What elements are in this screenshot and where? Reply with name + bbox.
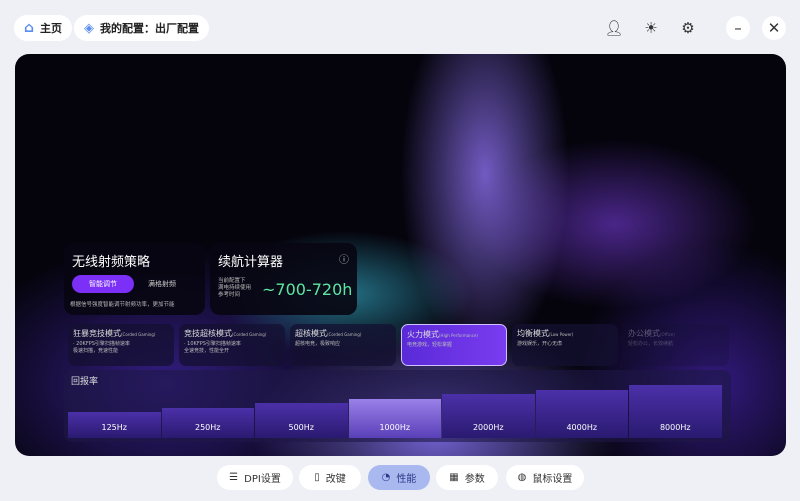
user-icon[interactable]: 👤︎ bbox=[602, 16, 626, 40]
config-button[interactable]: ◈ 我的配置：出厂配置 bbox=[74, 15, 209, 41]
performance-panel: 无线射频策略 智能调节 满格射频 根据信号强度智能调节射频功率，更加节能 续航计… bbox=[15, 54, 786, 456]
full-rf-button[interactable]: 满格射频 bbox=[148, 279, 176, 289]
mode-name: 办公模式(Office) bbox=[628, 329, 675, 338]
tab-4[interactable]: ◍ 鼠标设置 bbox=[506, 465, 584, 490]
battery-card: 续航计算器 ⓘ 当前配置下 满电持续使用 参考时间 ~700-720h bbox=[210, 243, 357, 315]
mode-card[interactable]: 均衡模式(Low Power) 游戏娱乐，开心无虑 bbox=[512, 324, 618, 366]
polling-rate-option[interactable]: 2000Hz bbox=[442, 394, 535, 438]
battery-note: 当前配置下 满电持续使用 参考时间 bbox=[218, 278, 252, 298]
mode-desc: 轻松办公，长效续航 bbox=[628, 341, 674, 347]
tab-3[interactable]: ▦ 参数 bbox=[436, 465, 498, 490]
wireless-title: 无线射频策略 bbox=[72, 255, 151, 270]
info-icon[interactable]: ⓘ bbox=[339, 251, 349, 266]
tab-0[interactable]: ☰ DPI设置 bbox=[217, 465, 293, 490]
polling-rate-panel: 回报率 125Hz 250Hz 500Hz 1000Hz 2000Hz 4000Hz 800… bbox=[64, 370, 731, 442]
minimize-button[interactable]: – bbox=[726, 16, 750, 40]
polling-rate-option[interactable]: 250Hz bbox=[161, 407, 254, 438]
mode-card[interactable]: 狂暴竞技模式(Corded Gaming) · 20KFPS引擎扫描帧速率 极速扫… bbox=[68, 324, 174, 366]
polling-title: 回报率 bbox=[71, 377, 99, 387]
mode-name: 超核模式(Corded Gaming) bbox=[295, 329, 362, 338]
battery-title: 续航计算器 bbox=[218, 255, 284, 270]
polling-rate-option[interactable]: 4000Hz bbox=[535, 389, 628, 438]
gauge-icon: ◔ bbox=[381, 472, 391, 483]
sliders-icon: ☰ bbox=[229, 472, 239, 483]
mode-desc: 超核电竞，极致响应 bbox=[295, 341, 341, 347]
mode-name: 火力模式(High Performance) bbox=[407, 330, 478, 339]
wireless-card: 无线射频策略 智能调节 满格射频 根据信号强度智能调节射频功率，更加节能 bbox=[64, 243, 205, 315]
mode-desc: · 10KFPS引擎扫描帧速率 全速竞技，性能全开 bbox=[184, 341, 241, 354]
mode-card[interactable]: 火力模式(High Performance) 电竞游戏，轻松掌握 bbox=[401, 324, 507, 366]
mode-desc: 电竞游戏，轻松掌握 bbox=[407, 342, 453, 348]
smart-adjust-button[interactable]: 智能调节 bbox=[72, 275, 134, 293]
mode-card[interactable]: 超核模式(Corded Gaming) 超核电竞，极致响应 bbox=[290, 324, 396, 366]
mouse-settings-icon: ◍ bbox=[517, 472, 527, 483]
close-button[interactable]: ✕ bbox=[762, 16, 786, 40]
home-button[interactable]: ⌂ 主页 bbox=[14, 15, 73, 41]
polling-rate-option[interactable]: 1000Hz bbox=[348, 398, 441, 438]
polling-rate-option[interactable]: 500Hz bbox=[255, 403, 348, 438]
mode-desc: 游戏娱乐，开心无虑 bbox=[517, 341, 563, 347]
brightness-icon[interactable]: ☀ bbox=[639, 16, 663, 40]
mode-card[interactable]: 竞技超核模式(Corded Gaming) · 10KFPS引擎扫描帧速率 全速竞… bbox=[179, 324, 285, 366]
mode-name: 竞技超核模式(Corded Gaming) bbox=[184, 329, 267, 338]
grid-icon: ▦ bbox=[449, 472, 459, 483]
wireless-desc: 根据信号强度智能调节射频功率，更加节能 bbox=[70, 302, 175, 308]
mouse-icon: ▯ bbox=[314, 472, 320, 483]
tab-1[interactable]: ▯ 改键 bbox=[299, 465, 361, 490]
mode-name: 狂暴竞技模式(Corded Gaming) bbox=[73, 329, 156, 338]
polling-rate-option[interactable]: 8000Hz bbox=[629, 385, 722, 438]
tab-2[interactable]: ◔ 性能 bbox=[368, 465, 430, 490]
mode-card[interactable]: 办公模式(Office) 轻松办公，长效续航 bbox=[623, 324, 729, 366]
mode-name: 均衡模式(Low Power) bbox=[517, 329, 574, 338]
battery-value: ~700-720h bbox=[262, 280, 353, 299]
mode-desc: · 20KFPS引擎扫描帧速率 极速扫描，竞速性能 bbox=[73, 341, 130, 354]
settings-icon[interactable]: ⚙ bbox=[676, 16, 700, 40]
home-icon: ⌂ bbox=[24, 20, 35, 36]
polling-rate-option[interactable]: 125Hz bbox=[68, 412, 161, 438]
cube-icon: ◈ bbox=[84, 20, 94, 36]
